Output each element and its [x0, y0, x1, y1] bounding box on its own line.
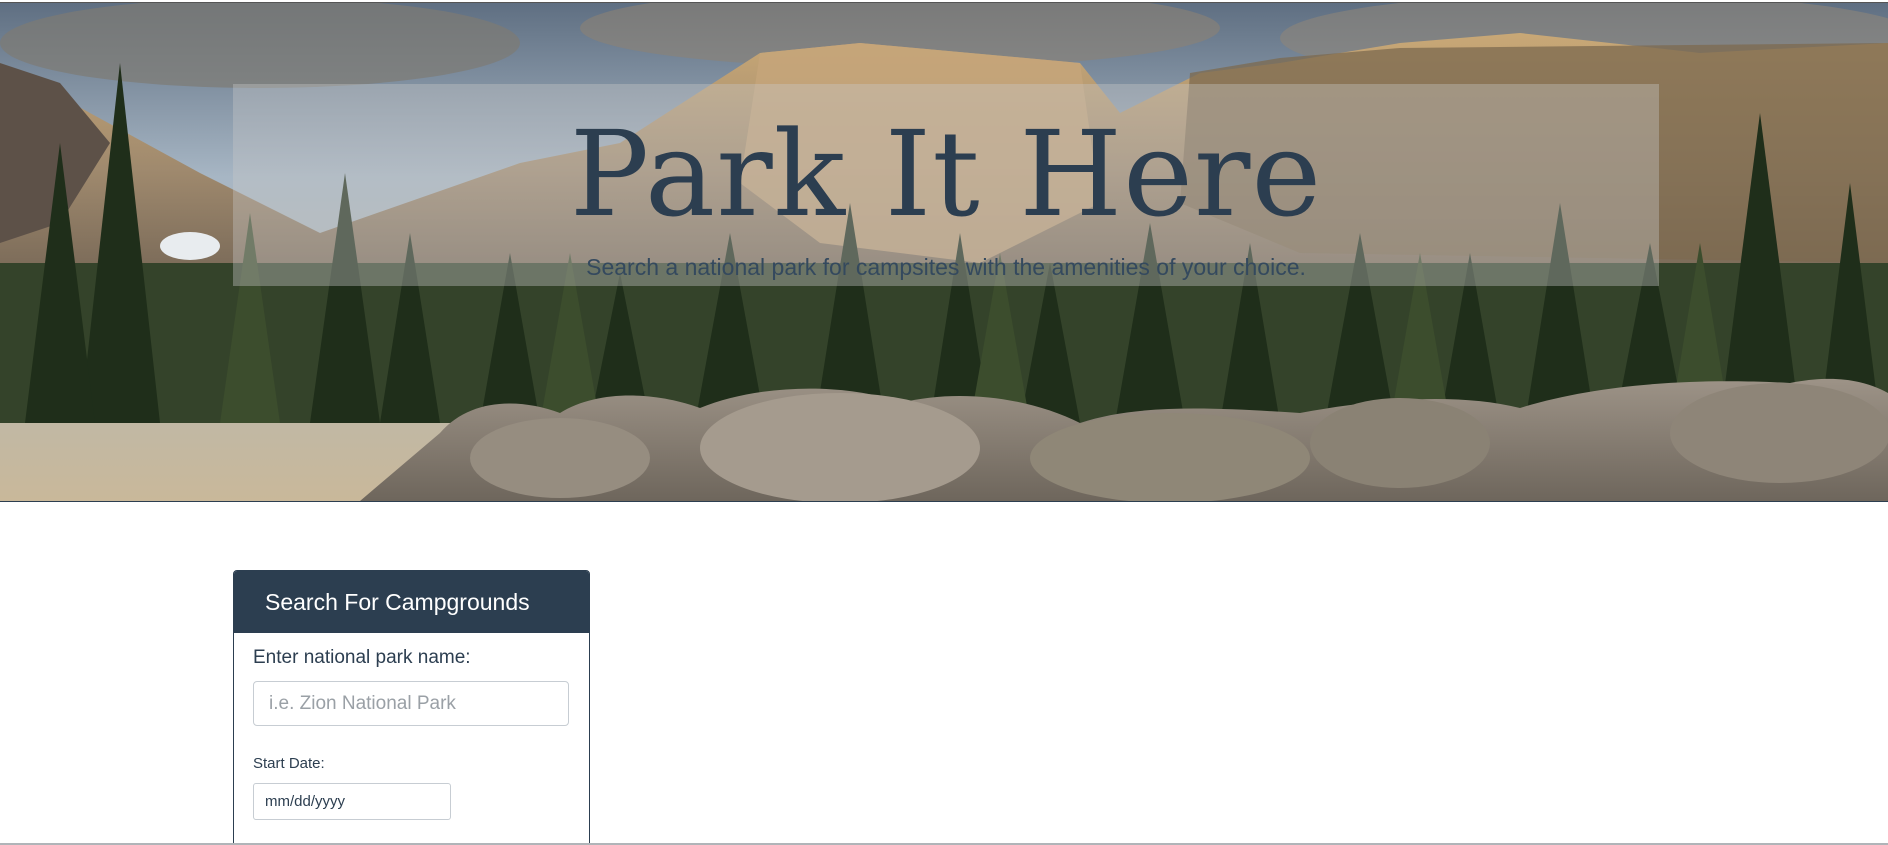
title-overlay: Park It Here Search a national park for … [233, 84, 1659, 286]
start-date-label: Start Date: [253, 755, 325, 772]
park-name-input[interactable] [253, 681, 569, 726]
hero-banner: Park It Here Search a national park for … [0, 2, 1888, 502]
start-date-input[interactable] [253, 783, 451, 820]
search-campgrounds-panel: Search For Campgrounds Enter national pa… [233, 570, 590, 845]
page: Park It Here Search a national park for … [0, 0, 1888, 845]
panel-header: Search For Campgrounds [234, 571, 589, 633]
page-title: Park It Here [569, 105, 1323, 243]
park-name-label: Enter national park name: [253, 647, 471, 668]
page-subtitle: Search a national park for campsites wit… [586, 254, 1306, 280]
